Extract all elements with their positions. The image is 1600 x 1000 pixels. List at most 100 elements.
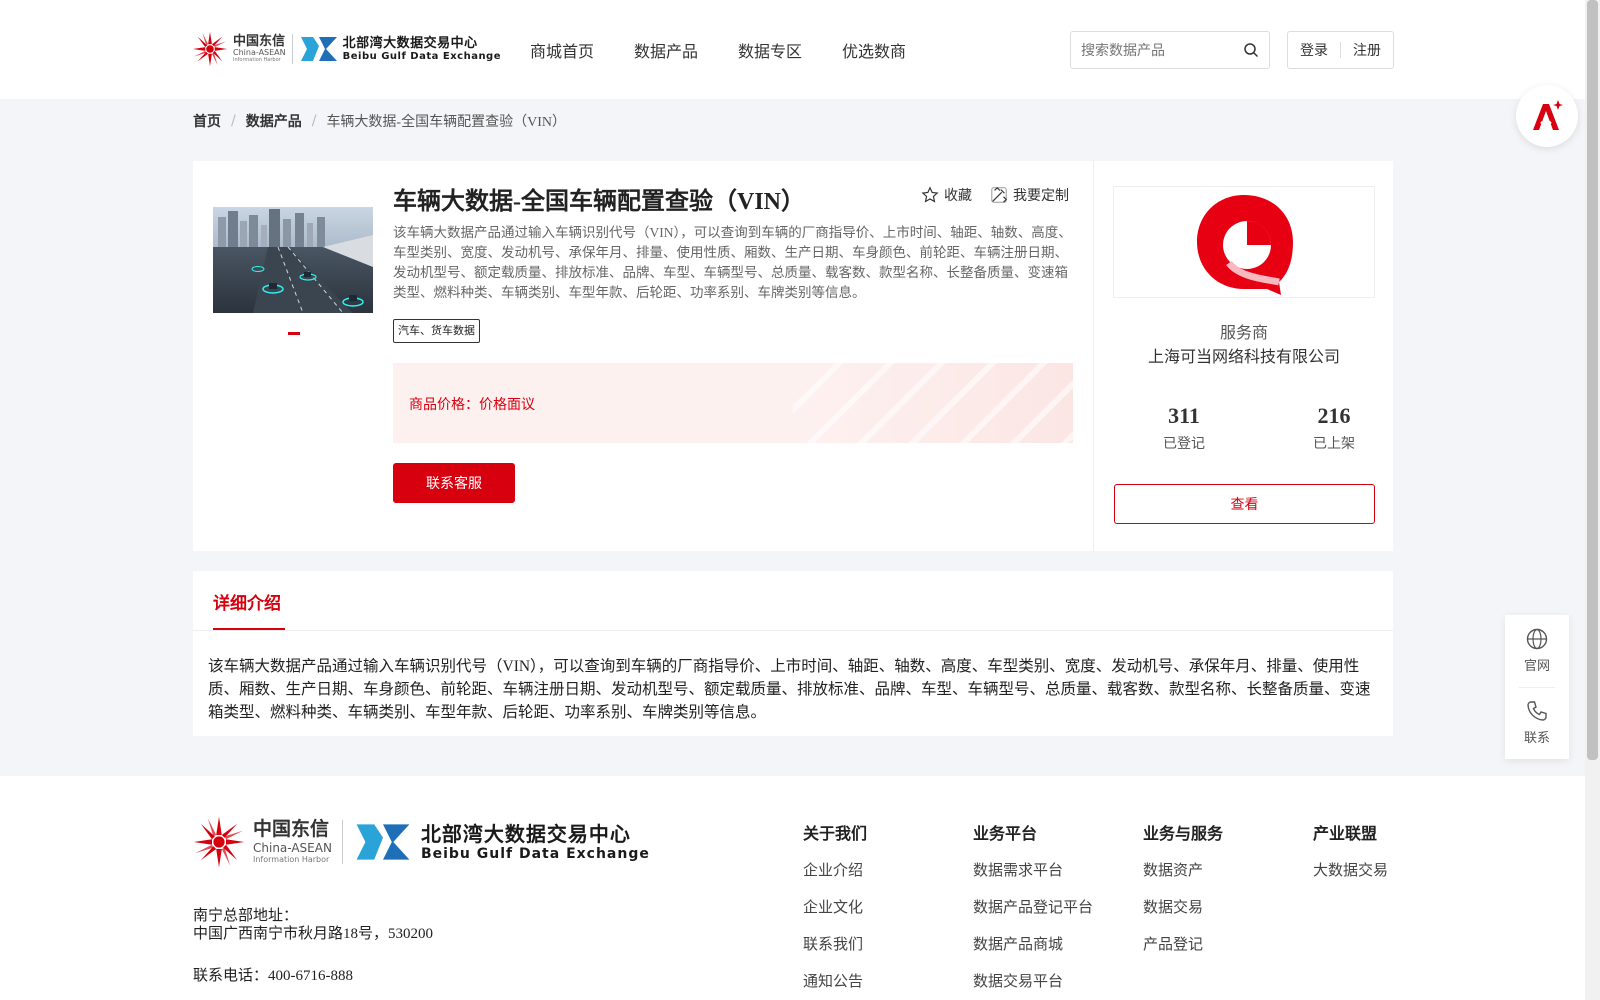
view-provider-button[interactable]: 查看	[1114, 484, 1375, 524]
footer-col-alliance: 产业联盟 大数据交易	[1313, 820, 1388, 896]
footer-link[interactable]: 大数据交易	[1313, 859, 1388, 880]
footer-logo-divider	[341, 820, 343, 864]
star-icon	[921, 186, 939, 203]
footer-logo-right-line2: Beibu Gulf Data Exchange	[420, 845, 650, 862]
footer-col-title: 关于我们	[803, 824, 868, 843]
globe-icon	[1526, 628, 1548, 650]
product-title: 车辆大数据-全国车辆配置查验（VIN）	[393, 189, 805, 215]
nav-mall-home[interactable]: 商城首页	[530, 38, 594, 62]
footer-link[interactable]: 企业介绍	[803, 859, 867, 880]
logo-right-line1: 北部湾大数据交易中心	[342, 35, 478, 51]
side-float-divider	[1519, 687, 1555, 688]
footer-link[interactable]: 企业文化	[803, 896, 867, 917]
product-tag: 汽车、货车数据	[393, 319, 480, 343]
auth-box: 登录 注册	[1287, 31, 1394, 69]
logo-right-line2: Beibu Gulf Data Exchange	[342, 50, 501, 62]
side-float-panel: 官网 联系	[1505, 615, 1569, 759]
footer-logo-right-line1: 北部湾大数据交易中心	[420, 821, 631, 846]
breadcrumb-separator: /	[311, 113, 317, 129]
contact-service-button[interactable]: 联系客服	[393, 463, 515, 503]
provider-logo[interactable]	[1113, 186, 1375, 298]
footer-link[interactable]: 数据需求平台	[973, 859, 1093, 880]
footer-link[interactable]: 数据交易平台	[973, 970, 1093, 991]
customize-button[interactable]: 我要定制	[990, 185, 1069, 205]
tab-divider	[193, 630, 1393, 631]
contact-float-button[interactable]: 联系	[1505, 699, 1569, 746]
logo-right-text: 北部湾大数据交易中心 Beibu Gulf Data Exchange	[343, 37, 501, 62]
nav-data-zone[interactable]: 数据专区	[738, 38, 802, 62]
footer-logo-left-line3: Information Harbor	[253, 855, 330, 864]
search-icon[interactable]	[1243, 42, 1259, 58]
beibu-gulf-logo-icon	[356, 824, 410, 860]
ai-assistant-icon	[1533, 100, 1563, 130]
tab-detail[interactable]: 详细介绍	[213, 589, 281, 614]
registered-count: 311	[1168, 403, 1200, 428]
price-label: 商品价格：	[409, 397, 479, 413]
china-asean-burst-icon	[192, 31, 228, 67]
provider-name: 上海可当网络科技有限公司	[1147, 347, 1340, 366]
ai-assistant-button[interactable]	[1516, 85, 1578, 147]
listed-label: 已上架	[1313, 436, 1355, 452]
top-header: 中国东信 China-ASEAN Information Harbor 北部湾大…	[0, 0, 1585, 99]
card-divider	[1093, 161, 1094, 551]
logo-left-line1: 中国东信	[233, 34, 286, 49]
official-site-label: 官网	[1523, 659, 1550, 674]
logo-left-line2: China-ASEAN	[233, 48, 286, 57]
breadcrumb-data-products[interactable]: 数据产品	[246, 111, 302, 131]
register-link[interactable]: 注册	[1353, 40, 1381, 60]
footer-link[interactable]: 通知公告	[803, 970, 867, 991]
china-asean-burst-icon	[193, 816, 245, 868]
footer-phone: 联系电话：400-6716-888	[193, 968, 353, 984]
official-site-button[interactable]: 官网	[1505, 627, 1569, 674]
footer-col-title: 业务与服务	[1143, 824, 1224, 843]
listed-count: 216	[1317, 403, 1351, 428]
address-label: 南宁总部地址：	[193, 906, 299, 924]
contact-float-label: 联系	[1523, 731, 1550, 746]
footer-link[interactable]: 数据产品登记平台	[973, 896, 1093, 917]
footer: 中国东信 China-ASEAN Information Harbor 北部湾大…	[0, 776, 1585, 1000]
footer-link[interactable]: 产品登记	[1143, 933, 1223, 954]
breadcrumb-separator: /	[231, 113, 236, 129]
footer-logo-left-text: 中国东信 China-ASEAN Information Harbor	[253, 820, 332, 864]
price-value: 价格面议	[479, 397, 535, 413]
breadcrumb-current: 车辆大数据-全国车辆配置查验（VIN）	[326, 115, 566, 130]
footer-link[interactable]: 联系我们	[803, 933, 867, 954]
listed-stat: 216 已上架	[1274, 403, 1394, 453]
price-decoration	[793, 363, 1073, 443]
logo-left-line3: Information Harbor	[233, 57, 281, 63]
breadcrumb-home[interactable]: 首页	[193, 111, 221, 131]
footer-link[interactable]: 数据交易	[1143, 896, 1223, 917]
product-card: 车辆大数据-全国车辆配置查验（VIN） 收藏 我要定制 该车辆大数据产品通过输入…	[193, 161, 1393, 551]
price-box: 商品价格：价格面议	[393, 363, 1073, 443]
nav-data-products[interactable]: 数据产品	[634, 38, 698, 62]
site-logo[interactable]: 中国东信 China-ASEAN Information Harbor 北部湾大…	[191, 30, 501, 68]
footer-link[interactable]: 数据产品商城	[973, 933, 1093, 954]
provider-label: 服务商	[1219, 323, 1268, 342]
page-scrollbar[interactable]	[1585, 0, 1600, 1000]
footer-col-title: 业务平台	[973, 824, 1038, 843]
beibu-gulf-logo-icon	[300, 37, 337, 61]
scrollbar-thumb[interactable]	[1587, 0, 1598, 760]
carousel-indicator[interactable]	[288, 332, 300, 335]
product-actions: 收藏 我要定制	[903, 185, 1069, 205]
footer-col-about: 关于我们 企业介绍 企业文化 联系我们 通知公告	[803, 820, 867, 1000]
footer-col-services: 业务与服务 数据资产 数据交易 产品登记	[1143, 820, 1223, 970]
footer-logo-left-line2: China-ASEAN	[253, 841, 332, 855]
detail-section: 详细介绍 该车辆大数据产品通过输入车辆识别代号（VIN），可以查询到车辆的厂商指…	[193, 571, 1393, 736]
footer-logo-left-line1: 中国东信	[253, 818, 330, 840]
nav-preferred-vendors[interactable]: 优选数商	[842, 38, 906, 62]
customize-icon	[991, 186, 1008, 203]
footer-link[interactable]: 数据资产	[1143, 859, 1223, 880]
logo-divider	[291, 34, 293, 64]
product-image[interactable]	[213, 207, 373, 313]
favorite-button[interactable]: 收藏	[921, 185, 972, 205]
product-description: 该车辆大数据产品通过输入车辆识别代号（VIN），可以查询到车辆的厂商指导价、上市…	[393, 225, 1072, 300]
search-input[interactable]	[1071, 32, 1231, 68]
footer-logo[interactable]: 中国东信 China-ASEAN Information Harbor 北部湾大…	[191, 814, 650, 870]
detail-body: 该车辆大数据产品通过输入车辆识别代号（VIN），可以查询到车辆的厂商指导价、上市…	[208, 658, 1371, 721]
registered-stat: 311 已登记	[1124, 403, 1244, 453]
footer-col-title: 产业联盟	[1313, 824, 1378, 843]
login-link[interactable]: 登录	[1300, 40, 1328, 60]
price-text: 商品价格：价格面议	[409, 394, 535, 414]
provider-logo-icon	[1197, 195, 1293, 295]
